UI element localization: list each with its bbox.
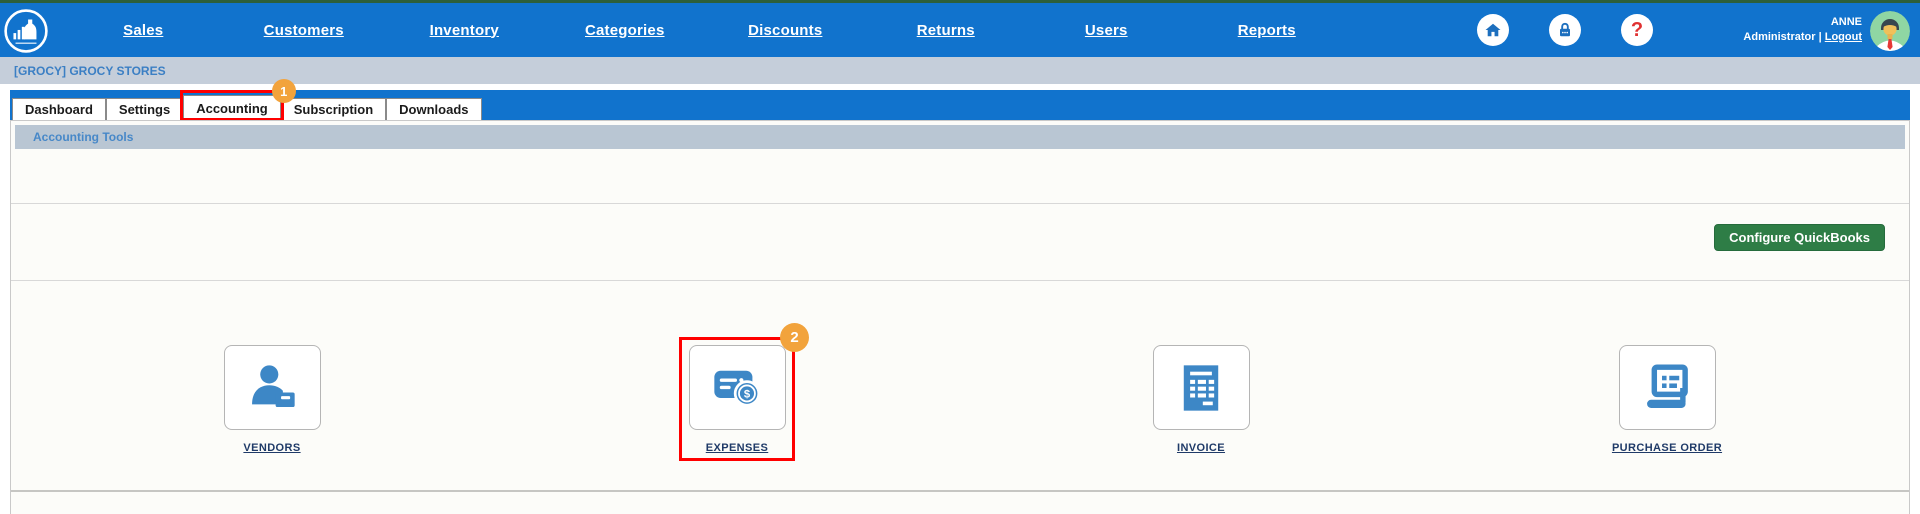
accounting-tools-section: VENDORS $ EXPENSES 2 [11,280,1909,490]
invoice-link[interactable]: INVOICE [1177,442,1225,454]
empty-section [11,153,1909,203]
quickbooks-section: Configure QuickBooks [11,203,1909,280]
configure-quickbooks-button[interactable]: Configure QuickBooks [1714,224,1885,251]
breadcrumb: [GROCY] GROCY STORES [14,64,166,78]
user-role: Administrator [1743,31,1815,43]
expenses-link[interactable]: EXPENSES [706,442,769,454]
avatar-graphic [1870,11,1910,51]
nav-item-customers[interactable]: Customers [224,22,385,39]
tab-accounting[interactable]: Accounting [183,95,281,120]
page: Sales Customers Inventory Categories Dis… [0,0,1920,514]
top-navbar: Sales Customers Inventory Categories Dis… [0,0,1920,57]
nav-item-reports[interactable]: Reports [1187,22,1348,39]
nav-item-sales[interactable]: Sales [63,22,224,39]
section-header-bar: Accounting Tools [15,125,1905,149]
invoice-card[interactable] [1153,345,1250,430]
tab-dashboard[interactable]: Dashboard [12,98,106,120]
home-glyph [1483,20,1503,40]
invoice-document-icon [1172,359,1230,417]
home-icon[interactable] [1477,14,1509,46]
tool-expenses: $ EXPENSES 2 [637,345,837,454]
vendor-person-icon [243,359,301,417]
question-mark-glyph: ? [1631,20,1643,40]
purchase-order-link[interactable]: PURCHASE ORDER [1612,442,1722,454]
purchase-order-icon [1638,359,1696,417]
expenses-card-icon: $ [708,359,766,417]
tool-vendors: VENDORS [172,345,372,454]
nav-item-users[interactable]: Users [1026,22,1187,39]
expenses-card[interactable]: $ [689,345,786,430]
vendors-card[interactable] [224,345,321,430]
navbar-icon-group: ? [1477,14,1653,46]
avatar[interactable] [1870,11,1910,51]
accounting-panel: Accounting Tools Configure QuickBooks VE… [10,120,1910,514]
annotation-step-badge-2: 2 [780,323,809,352]
nav-item-discounts[interactable]: Discounts [705,22,866,39]
tab-downloads[interactable]: Downloads [386,98,481,120]
nav-item-categories[interactable]: Categories [545,22,706,39]
tab-subscription[interactable]: Subscription [281,98,386,120]
tab-accounting-wrapper: Accounting 1 [183,95,281,120]
tool-invoice: INVOICE [1101,345,1301,454]
tab-bar: Dashboard Settings Accounting 1 Subscrip… [10,90,1910,120]
logo-graphic [3,8,49,54]
nav-item-returns[interactable]: Returns [866,22,1027,39]
lock-icon[interactable] [1549,14,1581,46]
annotation-step-badge-1: 1 [272,79,296,103]
user-info: ANNE Administrator | Logout [1743,15,1862,45]
main-navigation: Sales Customers Inventory Categories Dis… [63,3,1347,57]
logout-link[interactable]: Logout [1825,31,1862,43]
nav-item-inventory[interactable]: Inventory [384,22,545,39]
user-separator: | [1819,31,1822,43]
bottom-divider-section [11,490,1909,512]
app-logo-icon[interactable] [3,8,49,54]
purchase-order-card[interactable] [1619,345,1716,430]
user-role-row: Administrator | Logout [1743,30,1862,45]
lock-glyph [1555,20,1575,40]
help-icon[interactable]: ? [1621,14,1653,46]
tab-settings[interactable]: Settings [106,98,183,120]
tool-purchase-order: PURCHASE ORDER [1567,345,1767,454]
section-title: Accounting Tools [33,130,133,144]
vendors-link[interactable]: VENDORS [243,442,300,454]
dollar-sign: $ [744,388,751,400]
user-name: ANNE [1743,15,1862,30]
